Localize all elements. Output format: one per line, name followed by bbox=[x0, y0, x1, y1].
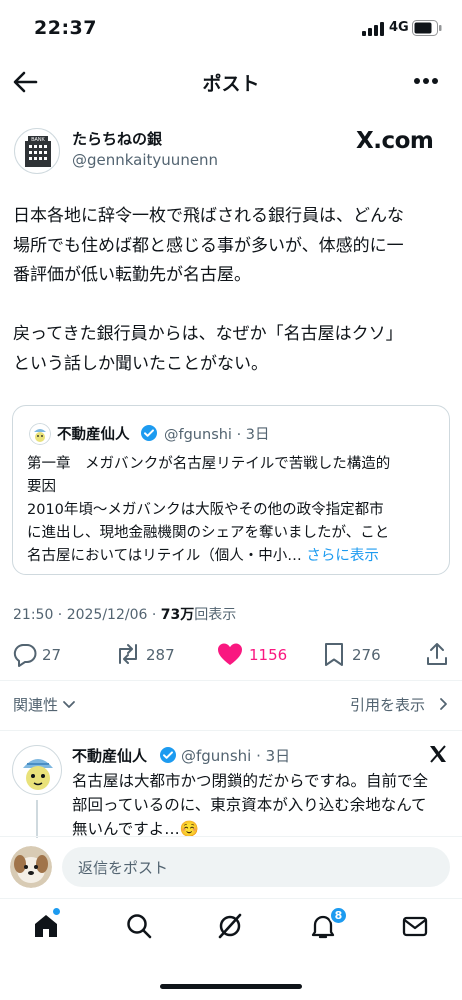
retweet-count: 287 bbox=[146, 646, 175, 664]
divider bbox=[0, 680, 462, 681]
quote-text-line: 要因 bbox=[27, 479, 56, 495]
quote-text-line: に進出し、現地金融機関のシェアを奪いましたが、こと bbox=[27, 525, 390, 541]
quoted-post-card[interactable]: 不動産仙人 @fgunshi · 3日 第一章 メガバンクが名古屋リテイルで苦戦… bbox=[12, 405, 450, 575]
author-handle[interactable]: @gennkaityuunenn bbox=[72, 151, 218, 169]
view-quotes-link[interactable]: 引用を表示 bbox=[350, 694, 425, 715]
reply-input[interactable]: 返信をポスト bbox=[62, 847, 450, 887]
home-indicator bbox=[160, 984, 302, 989]
reply-author-handle[interactable]: @fgunshi · 3日 bbox=[181, 745, 290, 766]
quote-text-truncated: 名古屋においてはリテイル（個人・中小… bbox=[27, 548, 307, 564]
bookmark-icon[interactable] bbox=[322, 641, 346, 667]
network-type: 4G bbox=[389, 20, 409, 35]
quote-author-name: 不動産仙人 bbox=[57, 427, 130, 443]
verified-badge-icon bbox=[159, 746, 177, 764]
divider bbox=[0, 730, 462, 731]
x-com-watermark: X.com bbox=[356, 128, 434, 154]
battery-icon bbox=[412, 20, 442, 36]
chevron-right-icon[interactable] bbox=[436, 697, 450, 711]
more-options-icon[interactable] bbox=[413, 77, 439, 85]
x-logo-icon bbox=[428, 744, 448, 764]
home-unread-dot bbox=[53, 908, 60, 915]
grok-icon[interactable] bbox=[216, 912, 244, 940]
my-avatar[interactable] bbox=[10, 846, 52, 888]
author-name[interactable]: たらちねの銀 bbox=[72, 128, 162, 149]
divider bbox=[0, 898, 462, 899]
post-text-paragraph-1: 日本各地に辞令一枚で飛ばされる銀行員は、どんな 場所でも住めば都と感じる事が多い… bbox=[13, 206, 404, 285]
view-count-label: 回表示 bbox=[194, 607, 237, 623]
signal-icon bbox=[362, 22, 384, 36]
bank-sign: BANK bbox=[31, 137, 45, 143]
like-count: 1156 bbox=[249, 646, 288, 664]
post-text-paragraph-2: 戻ってきた銀行員からは、なぜか「名古屋はクソ」 という話しか聞いたことがない。 bbox=[13, 324, 403, 374]
reply-text-line: 部回っているのに、東京資本が入り込む余地なんて bbox=[72, 796, 427, 814]
chevron-down-icon[interactable] bbox=[62, 697, 76, 711]
status-time: 22:37 bbox=[34, 17, 97, 39]
reply-author-name[interactable]: 不動産仙人 bbox=[72, 745, 147, 766]
page-title: ポスト bbox=[202, 73, 260, 95]
reply-icon[interactable] bbox=[12, 641, 38, 667]
divider bbox=[0, 836, 462, 837]
post-timestamp: 21:50 · 2025/12/06 · bbox=[13, 607, 161, 623]
reply-text-line: 名古屋は大都市かつ閉鎖的だからですね。自前で全 bbox=[72, 772, 429, 790]
retweet-icon[interactable] bbox=[114, 641, 142, 667]
view-count: 73万 bbox=[160, 607, 195, 623]
home-icon[interactable] bbox=[32, 912, 60, 940]
quote-text-line: 名古屋においてはリテイル（個人・中小… さらに表示 bbox=[27, 544, 379, 565]
reply-count: 27 bbox=[42, 646, 62, 664]
notification-count-badge: 8 bbox=[329, 906, 348, 925]
search-icon[interactable] bbox=[125, 912, 153, 940]
reply-author-avatar[interactable] bbox=[12, 745, 62, 795]
quote-author-handle: @fgunshi · 3日 bbox=[164, 427, 270, 443]
messages-envelope-icon[interactable] bbox=[401, 912, 429, 940]
show-more-link[interactable]: さらに表示 bbox=[306, 548, 379, 564]
sort-relevance-dropdown[interactable]: 関連性 bbox=[13, 694, 58, 715]
quote-text-line: 第一章 メガバンクが名古屋リテイルで苦戦した構造的 bbox=[27, 456, 391, 472]
author-avatar[interactable]: BANK bbox=[14, 128, 60, 174]
bookmark-count: 276 bbox=[352, 646, 381, 664]
thread-line bbox=[36, 800, 38, 838]
quote-author-avatar bbox=[29, 423, 51, 445]
heart-icon[interactable] bbox=[216, 641, 244, 667]
share-icon[interactable] bbox=[425, 641, 449, 667]
quote-text-line: 2010年頃〜メガバンクは大阪やその他の政令指定都市 bbox=[27, 502, 384, 518]
verified-badge-icon bbox=[140, 424, 158, 442]
post-meta: 21:50 · 2025/12/06 · 73万回表示 bbox=[13, 604, 236, 624]
